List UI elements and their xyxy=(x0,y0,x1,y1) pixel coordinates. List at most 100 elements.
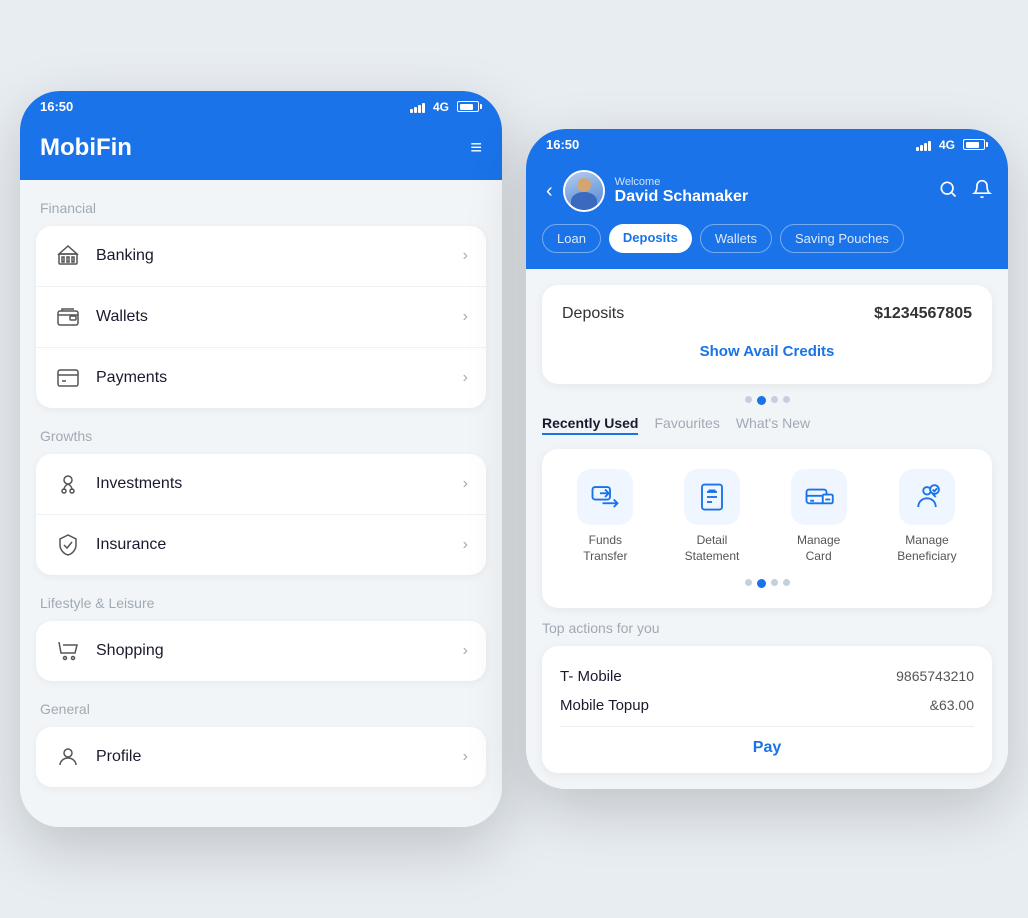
manage-beneficiary-icon-box xyxy=(899,469,955,525)
tab-saving-pouches[interactable]: Saving Pouches xyxy=(780,224,904,253)
top-action-row-topup: Mobile Topup &63.00 xyxy=(560,693,974,722)
action-dot-2 xyxy=(757,579,766,588)
top-action-row-tmobile: T- Mobile 9865743210 xyxy=(560,662,974,693)
right-status-bar: 16:50 4G xyxy=(526,129,1008,160)
left-content: Financial Banking › Wallets › Pay xyxy=(20,180,502,827)
section-tabs: Recently Used Favourites What's New xyxy=(542,415,992,435)
dot-4 xyxy=(783,396,790,403)
action-manage-card[interactable]: ManageCard xyxy=(791,469,847,564)
deposit-info-row: Deposits $1234567805 xyxy=(562,305,972,323)
left-top-bar: MobiFin ≡ xyxy=(20,122,502,180)
dot-3 xyxy=(771,396,778,403)
action-dot-1 xyxy=(745,579,752,586)
left-time: 16:50 xyxy=(40,99,73,114)
detail-statement-icon-box xyxy=(684,469,740,525)
header-row: ‹ Welcome David Schamaker xyxy=(542,170,992,212)
notification-button[interactable] xyxy=(972,179,992,204)
menu-item-investments[interactable]: Investments › xyxy=(36,454,486,515)
right-status-icons: 4G xyxy=(916,138,988,152)
tab-wallets[interactable]: Wallets xyxy=(700,224,772,253)
action-funds-transfer[interactable]: FundsTransfer xyxy=(577,469,633,564)
manage-card-label: ManageCard xyxy=(797,533,840,564)
header-actions xyxy=(938,179,992,204)
search-button[interactable] xyxy=(938,179,958,204)
action-dot-3 xyxy=(771,579,778,586)
profile-chevron: › xyxy=(463,748,468,766)
dot-1 xyxy=(745,396,752,403)
actions-grid: FundsTransfer DetailStatement ManageCard xyxy=(552,469,982,564)
menu-item-shopping[interactable]: Shopping › xyxy=(36,621,486,681)
funds-transfer-label: FundsTransfer xyxy=(583,533,627,564)
menu-item-banking[interactable]: Banking › xyxy=(36,226,486,287)
tab-loan[interactable]: Loan xyxy=(542,224,601,253)
avatar xyxy=(563,170,605,212)
shopping-label: Shopping xyxy=(96,642,463,660)
user-info: Welcome David Schamaker xyxy=(563,170,938,212)
growths-menu-group: Investments › Insurance › xyxy=(36,454,486,575)
detail-statement-label: DetailStatement xyxy=(685,533,740,564)
tmobile-name: T- Mobile xyxy=(560,668,622,685)
dot-2 xyxy=(757,396,766,405)
network-label: 4G xyxy=(433,100,449,114)
action-manage-beneficiary[interactable]: ManageBeneficiary xyxy=(897,469,956,564)
wallets-label: Wallets xyxy=(96,308,463,326)
left-status-bar: 16:50 4G xyxy=(20,91,502,122)
top-actions-heading: Top actions for you xyxy=(542,620,992,636)
payments-chevron: › xyxy=(463,369,468,387)
app-title: MobiFin xyxy=(40,134,132,162)
section-label-general: General xyxy=(36,701,486,717)
right-time: 16:50 xyxy=(546,137,579,152)
wallet-icon xyxy=(54,303,82,331)
user-text: Welcome David Schamaker xyxy=(615,176,748,206)
payments-label: Payments xyxy=(96,369,463,387)
invest-icon xyxy=(54,470,82,498)
hamburger-menu[interactable]: ≡ xyxy=(470,137,482,160)
investments-label: Investments xyxy=(96,475,463,493)
right-signal-icon xyxy=(916,139,931,151)
profile-label: Profile xyxy=(96,748,463,766)
right-phone: 16:50 4G ‹ xyxy=(526,129,1008,788)
tab-whats-new[interactable]: What's New xyxy=(736,415,810,435)
action-detail-statement[interactable]: DetailStatement xyxy=(684,469,740,564)
insurance-chevron: › xyxy=(463,536,468,554)
general-menu-group: Profile › xyxy=(36,727,486,787)
section-label-growths: Growths xyxy=(36,428,486,444)
menu-item-insurance[interactable]: Insurance › xyxy=(36,515,486,575)
topup-value: &63.00 xyxy=(930,697,974,713)
welcome-label: Welcome xyxy=(615,176,748,188)
section-label-lifestyle: Lifestyle & Leisure xyxy=(36,595,486,611)
user-name: David Schamaker xyxy=(615,188,748,206)
right-content: Deposits $1234567805 Show Avail Credits … xyxy=(526,269,1008,788)
payment-icon xyxy=(54,364,82,392)
insurance-icon xyxy=(54,531,82,559)
lifestyle-menu-group: Shopping › xyxy=(36,621,486,681)
signal-icon xyxy=(410,101,425,113)
quick-actions-card: FundsTransfer DetailStatement ManageCard xyxy=(542,449,992,607)
left-phone: 16:50 4G MobiFin ≡ Financial xyxy=(20,91,502,827)
back-button[interactable]: ‹ xyxy=(542,176,557,207)
tab-recently-used[interactable]: Recently Used xyxy=(542,415,638,435)
menu-item-profile[interactable]: Profile › xyxy=(36,727,486,787)
right-network-label: 4G xyxy=(939,138,955,152)
banking-label: Banking xyxy=(96,247,463,265)
tab-favourites[interactable]: Favourites xyxy=(654,415,719,435)
show-credits-button[interactable]: Show Avail Credits xyxy=(562,339,972,364)
deposit-card: Deposits $1234567805 Show Avail Credits xyxy=(542,285,992,384)
tmobile-value: 9865743210 xyxy=(896,668,974,684)
tab-deposits[interactable]: Deposits xyxy=(609,224,692,253)
left-status-icons: 4G xyxy=(410,100,482,114)
action-dots xyxy=(552,579,982,588)
menu-item-payments[interactable]: Payments › xyxy=(36,348,486,408)
battery-icon xyxy=(457,101,482,112)
shopping-icon xyxy=(54,637,82,665)
investments-chevron: › xyxy=(463,475,468,493)
right-top-bar: ‹ Welcome David Schamaker xyxy=(526,160,1008,269)
manage-beneficiary-label: ManageBeneficiary xyxy=(897,533,956,564)
funds-transfer-icon-box xyxy=(577,469,633,525)
bank-icon xyxy=(54,242,82,270)
pay-button[interactable]: Pay xyxy=(560,739,974,757)
divider xyxy=(560,726,974,727)
menu-item-wallets[interactable]: Wallets › xyxy=(36,287,486,348)
profile-icon xyxy=(54,743,82,771)
tab-pills: Loan Deposits Wallets Saving Pouches xyxy=(542,224,992,253)
